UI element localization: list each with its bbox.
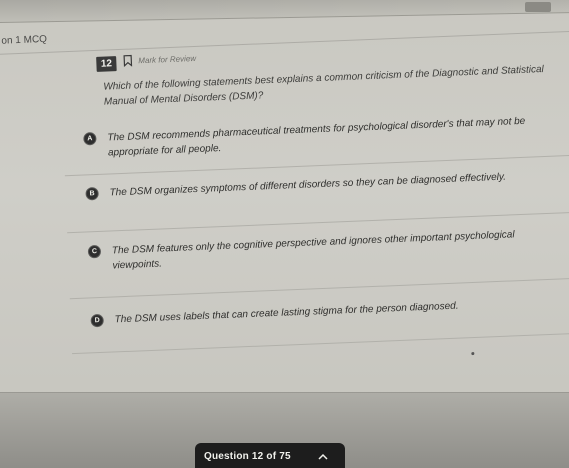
mark-for-review-button[interactable]: Mark for Review [138, 54, 196, 65]
section-label: on 1 MCQ [1, 33, 48, 47]
option-divider [69, 277, 569, 300]
question-counter: Question 12 of 75 [204, 451, 291, 462]
option-text: The DSM features only the cognitive pers… [111, 229, 515, 272]
option-letter: C [87, 244, 102, 259]
exam-screen: on 1 MCQ 12 Mark for Review Which of the… [0, 0, 569, 468]
option-letter: A [83, 132, 97, 146]
option-divider [71, 332, 569, 355]
cursor-dot [471, 352, 475, 356]
option-text: The DSM organizes symptoms of different … [109, 171, 507, 199]
option-text: The DSM uses labels that can create last… [114, 300, 459, 326]
answer-option-a[interactable]: A The DSM recommends pharmaceutical trea… [64, 113, 569, 177]
header-divider [0, 30, 569, 55]
bookmark-icon[interactable] [123, 54, 133, 67]
question-stem: Which of the following statements best e… [103, 63, 544, 108]
option-letter: B [85, 186, 99, 201]
option-text: The DSM recommends pharmaceutical treatm… [107, 115, 526, 159]
chevron-up-icon [318, 453, 328, 460]
option-letter: D [90, 313, 104, 328]
question-number-badge: 12 [96, 56, 117, 72]
answer-option-d[interactable]: D The DSM uses labels that can create la… [71, 295, 569, 355]
question-panel: on 1 MCQ 12 Mark for Review Which of the… [0, 0, 569, 426]
